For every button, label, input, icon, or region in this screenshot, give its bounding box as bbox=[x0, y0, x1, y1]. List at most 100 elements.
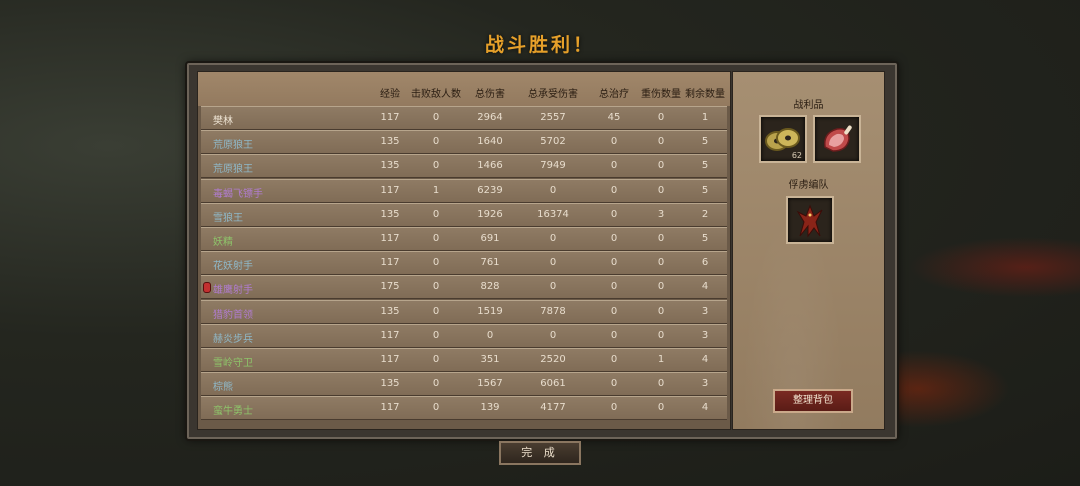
cell-healing: 0 bbox=[610, 184, 618, 196]
cell-remaining: 5 bbox=[701, 136, 709, 148]
cell-damage: 761 bbox=[480, 257, 500, 269]
table-row[interactable]: 赫炎步兵 117 0 0 0 0 0 3 bbox=[201, 323, 727, 348]
table-row[interactable]: 雄鹰射手 175 0 828 0 0 0 4 bbox=[201, 275, 727, 300]
cell-kills: 0 bbox=[432, 329, 440, 341]
table-row[interactable]: 毒蝎飞镖手 117 1 6239 0 0 0 5 bbox=[201, 178, 727, 203]
cell-remaining: 4 bbox=[701, 281, 709, 293]
column-header-healing: 总治疗 bbox=[599, 89, 629, 100]
done-button[interactable]: 完 成 bbox=[499, 441, 581, 465]
table-row[interactable]: 荒原狼王 135 0 1466 7949 0 0 5 bbox=[201, 154, 727, 179]
loot-label: 战利品 bbox=[793, 100, 824, 111]
cell-kills: 0 bbox=[432, 305, 440, 317]
cell-unit-name: 棕熊 bbox=[213, 382, 233, 394]
cell-damage-taken: 0 bbox=[549, 184, 557, 196]
cell-damage-taken: 0 bbox=[549, 233, 557, 244]
cell-healing: 0 bbox=[610, 208, 618, 220]
cell-damage: 2964 bbox=[477, 112, 503, 123]
table-row[interactable]: 花妖射手 117 0 761 0 0 0 6 bbox=[201, 251, 727, 276]
cell-healing: 0 bbox=[610, 257, 618, 269]
cell-kills: 0 bbox=[432, 257, 440, 269]
captives-label: 俘虏编队 bbox=[788, 180, 829, 191]
cell-damage-taken: 4177 bbox=[540, 402, 566, 414]
cell-healing: 0 bbox=[610, 354, 618, 365]
cell-healing: 0 bbox=[610, 233, 618, 244]
cell-kills: 0 bbox=[432, 402, 440, 414]
cell-kills: 0 bbox=[432, 233, 440, 244]
cell-kills: 0 bbox=[432, 378, 440, 390]
cell-kills: 0 bbox=[432, 281, 440, 293]
cell-unit-name: 猎豹首领 bbox=[213, 309, 253, 321]
cell-kills: 0 bbox=[432, 136, 440, 148]
cell-damage: 1466 bbox=[477, 160, 503, 172]
column-header-damage-taken: 总承受伤害 bbox=[528, 89, 578, 100]
status-marker-icon bbox=[203, 282, 211, 294]
cell-remaining: 3 bbox=[701, 378, 709, 390]
cell-unit-name: 雪狼王 bbox=[213, 212, 243, 224]
cell-unit-name: 赫炎步兵 bbox=[213, 333, 253, 345]
cell-remaining: 2 bbox=[701, 208, 709, 220]
table-header: 经验 击败敌人数 总伤害 总承受伤害 总治疗 重伤数量 剩余数量 bbox=[198, 72, 730, 106]
meat-icon bbox=[824, 125, 852, 152]
cell-healing: 0 bbox=[610, 160, 618, 172]
table-row[interactable]: 蛮牛勇士 117 0 139 4177 0 0 4 bbox=[201, 396, 727, 421]
table-row[interactable]: 雪狼王 135 0 1926 16374 0 3 2 bbox=[201, 202, 727, 227]
captive-slot[interactable] bbox=[786, 196, 834, 244]
cell-unit-name: 花妖射手 bbox=[213, 261, 253, 273]
cell-remaining: 5 bbox=[701, 184, 709, 196]
cell-remaining: 3 bbox=[701, 329, 709, 341]
cell-healing: 0 bbox=[610, 402, 618, 414]
cell-damage-taken: 5702 bbox=[540, 136, 566, 148]
cell-unit-name: 荒原狼王 bbox=[213, 140, 253, 152]
cell-damage-taken: 0 bbox=[549, 281, 557, 293]
table-row[interactable]: 荒原狼王 135 0 1640 5702 0 0 5 bbox=[201, 130, 727, 155]
cell-unit-name: 雄鹰射手 bbox=[213, 285, 253, 297]
cell-kills: 1 bbox=[432, 184, 440, 196]
page-title: 战斗胜利！ bbox=[484, 34, 595, 56]
rewards-panel: 战利品 62 俘虏编队 整理背包 bbox=[732, 71, 885, 430]
cell-unit-name: 雪岭守卫 bbox=[213, 358, 253, 369]
cell-remaining: 4 bbox=[701, 402, 709, 414]
cell-remaining: 5 bbox=[701, 233, 709, 244]
cell-damage-taken: 7949 bbox=[540, 160, 566, 172]
loot-count: 62 bbox=[791, 151, 802, 160]
cell-damage: 139 bbox=[480, 402, 500, 414]
cell-healing: 0 bbox=[610, 329, 618, 341]
cell-damage: 691 bbox=[480, 233, 500, 244]
cell-damage-taken: 6061 bbox=[540, 378, 566, 390]
cell-healing: 45 bbox=[607, 112, 621, 123]
cell-healing: 0 bbox=[610, 378, 618, 390]
cell-damage: 1567 bbox=[477, 378, 503, 390]
cell-damage-taken: 16374 bbox=[537, 208, 569, 220]
cell-healing: 0 bbox=[610, 136, 618, 148]
cell-unit-name: 毒蝎飞镖手 bbox=[213, 188, 263, 200]
cell-damage: 351 bbox=[480, 354, 500, 365]
table-row[interactable]: 雪岭守卫 117 0 351 2520 0 1 4 bbox=[201, 348, 727, 372]
sort-inventory-button[interactable]: 整理背包 bbox=[773, 389, 853, 413]
cell-damage: 828 bbox=[480, 281, 500, 293]
red-beast-icon bbox=[796, 204, 823, 238]
cell-unit-name: 蛮牛勇士 bbox=[213, 406, 253, 418]
cell-remaining: 6 bbox=[701, 257, 709, 269]
column-header-kills: 击败敌人数 bbox=[411, 89, 461, 100]
cell-kills: 0 bbox=[432, 112, 440, 123]
cell-damage: 6239 bbox=[477, 184, 503, 196]
table-row[interactable]: 棕熊 135 0 1567 6061 0 0 3 bbox=[201, 372, 727, 397]
cell-unit-name: 荒原狼王 bbox=[213, 164, 253, 176]
column-header-damage: 总伤害 bbox=[475, 89, 505, 100]
cell-damage: 0 bbox=[486, 329, 494, 341]
cell-healing: 0 bbox=[610, 281, 618, 293]
table-row[interactable]: 樊林 117 0 2964 2557 45 0 1 bbox=[201, 106, 727, 130]
loot-slot-coins[interactable]: 62 bbox=[759, 115, 807, 163]
cell-kills: 0 bbox=[432, 160, 440, 172]
table-row[interactable]: 猎豹首领 135 0 1519 7878 0 0 3 bbox=[201, 299, 727, 324]
cell-damage-taken: 7878 bbox=[540, 305, 566, 317]
loot-slot-meat[interactable] bbox=[813, 115, 861, 163]
cell-unit-name: 妖精 bbox=[213, 237, 233, 248]
cell-healing: 0 bbox=[610, 305, 618, 317]
stats-table: 经验 击败敌人数 总伤害 总承受伤害 总治疗 重伤数量 剩余数量 樊林 117 0 2… bbox=[197, 71, 731, 430]
cell-remaining: 4 bbox=[701, 354, 709, 365]
cell-damage-taken: 2557 bbox=[540, 112, 566, 123]
column-header-remaining: 剩余数量 bbox=[685, 89, 725, 100]
cell-damage: 1926 bbox=[477, 208, 503, 220]
table-row[interactable]: 妖精 117 0 691 0 0 0 5 bbox=[201, 227, 727, 251]
